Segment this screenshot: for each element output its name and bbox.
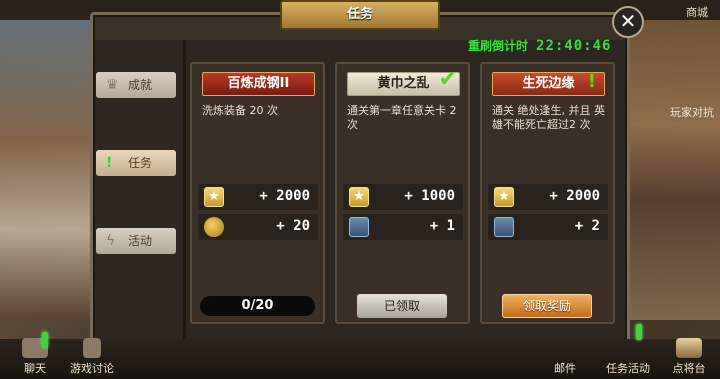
reward-row: + 20 — [198, 214, 318, 240]
claim-reward-button[interactable]: 领取奖励 — [502, 294, 592, 318]
gold-coin-icon — [204, 217, 224, 237]
star-icon: ★ — [204, 187, 224, 207]
quest-title-text: 黄巾之乱 — [377, 76, 430, 91]
badge-icon — [349, 217, 369, 237]
quest-card: 生死边缘 ! 通关 绝处逢生, 并且 英雄不能死亡超过2 次 ★ + 2000 … — [480, 62, 615, 324]
close-icon: ✕ — [619, 9, 637, 33]
star-icon: ★ — [349, 187, 369, 207]
claimed-button[interactable]: 已领取 — [357, 294, 447, 318]
quest-description: 通关 绝处逢生, 并且 英雄不能死亡超过2 次 — [492, 104, 605, 131]
crown-icon: ♛ — [106, 77, 119, 93]
quest-card: 黄巾之乱 ✔ 通关第一章任意关卡 2 次 ★ + 1000 + 1 已领取 — [335, 62, 470, 324]
shop-label[interactable]: 商城 — [686, 4, 708, 20]
reward-row: ★ + 1000 — [343, 184, 463, 210]
background-art-left — [0, 20, 95, 320]
reward-value: + 2000 — [259, 188, 310, 204]
exclamation-icon: ! — [106, 155, 113, 171]
quest-progress: 0/20 — [200, 296, 315, 316]
tab-quests[interactable]: ! 任务 — [96, 150, 176, 176]
close-button[interactable]: ✕ — [612, 6, 644, 38]
mail-label: 邮件 — [554, 362, 576, 375]
user-icon — [83, 338, 101, 358]
reward-value: + 20 — [276, 218, 310, 234]
refresh-timer: 重刷倒计时 22:40:46 — [468, 37, 611, 54]
quest-icon — [615, 338, 641, 358]
chat-label: 聊天 — [24, 362, 46, 375]
quest-events-button[interactable]: 任务活动 — [598, 338, 658, 376]
reward-value: + 2 — [574, 218, 600, 234]
quest-description: 通关第一章任意关卡 2 次 — [347, 104, 457, 131]
quest-title: 百炼成钢II — [202, 72, 315, 96]
quest-events-label: 任务活动 — [606, 362, 650, 375]
divider — [183, 40, 186, 340]
quest-title: 生死边缘 ! — [492, 71, 605, 96]
forum-button[interactable]: 游戏讨论 — [62, 338, 122, 376]
background-art-right — [625, 20, 720, 320]
reward-row: ★ + 2000 — [198, 184, 318, 210]
quest-description: 洗炼装备 20 次 — [202, 104, 278, 117]
quest-title: 黄巾之乱 ✔ — [347, 67, 460, 96]
altar-icon — [676, 338, 702, 358]
pvp-label[interactable]: 玩家对抗 — [670, 104, 714, 120]
reward-value: + 1000 — [404, 188, 455, 204]
mail-button[interactable]: 邮件 — [548, 338, 582, 376]
reward-value: + 2000 — [549, 188, 600, 204]
quest-title-text: 生死边缘 — [522, 76, 575, 91]
tab-events[interactable]: ϟ 活动 — [96, 228, 176, 254]
notification-icon — [42, 332, 48, 348]
tab-label: 任务 — [128, 156, 153, 170]
reward-row: + 2 — [488, 214, 608, 240]
hero-altar-label: 点将台 — [672, 362, 706, 375]
checkmark-icon: ✔ — [438, 67, 457, 92]
timer-label: 重刷倒计时 — [468, 39, 529, 53]
notification-icon — [636, 324, 642, 340]
reward-row: ★ + 2000 — [488, 184, 608, 210]
tab-label: 成就 — [128, 78, 153, 92]
panel-title: 任务 — [280, 0, 440, 30]
timer-value: 22:40:46 — [536, 38, 612, 54]
exclamation-icon: ! — [587, 71, 596, 92]
star-icon: ★ — [494, 187, 514, 207]
hero-altar-button[interactable]: 点将台 — [666, 338, 712, 376]
forum-label: 游戏讨论 — [70, 362, 114, 375]
tab-label: 活动 — [128, 234, 153, 248]
lightning-icon: ϟ — [106, 233, 116, 249]
quest-card: 百炼成钢II 洗炼装备 20 次 ★ + 2000 + 20 0/20 — [190, 62, 325, 324]
reward-row: + 1 — [343, 214, 463, 240]
reward-value: + 1 — [429, 218, 455, 234]
badge-icon — [494, 217, 514, 237]
mail-icon — [552, 338, 578, 358]
tab-achievements[interactable]: ♛ 成就 — [96, 72, 176, 98]
